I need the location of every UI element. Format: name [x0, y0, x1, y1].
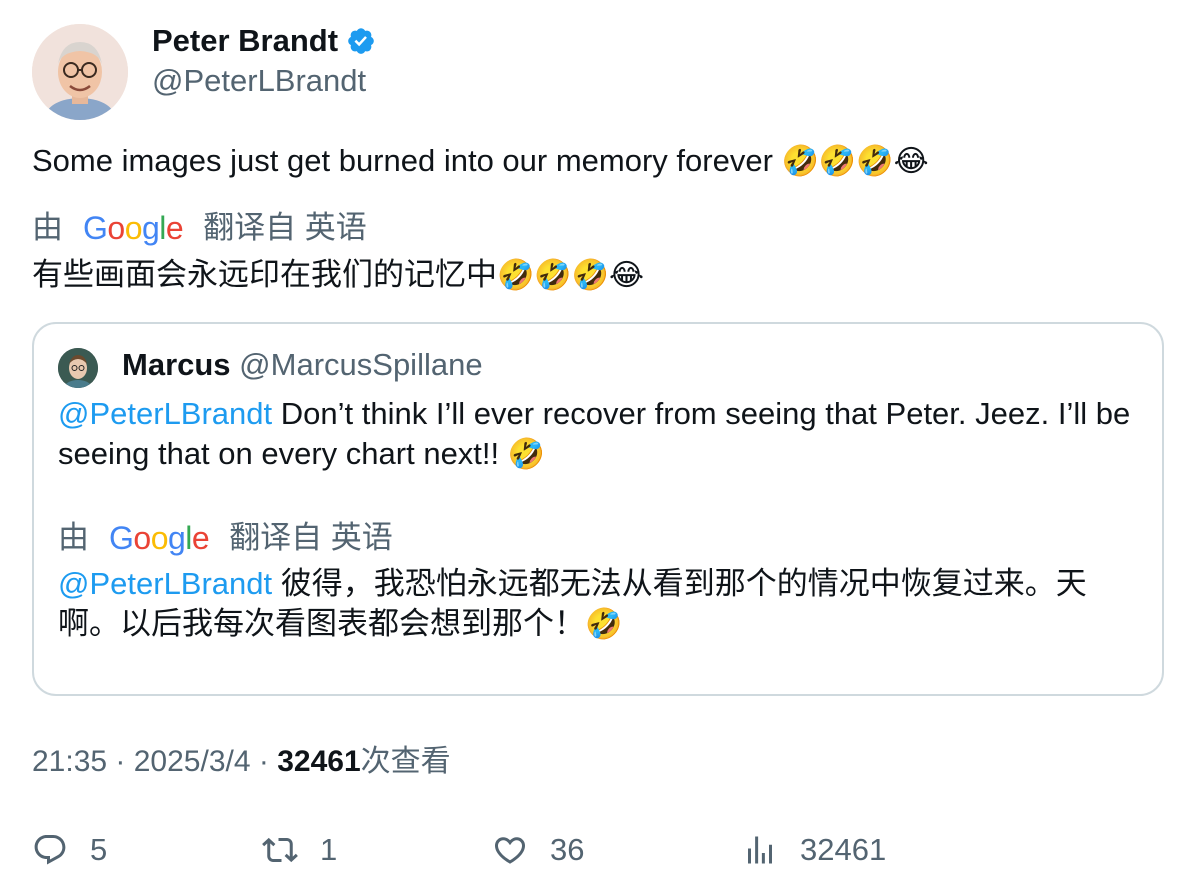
quote-translated-emoji: 🤣 — [585, 607, 623, 642]
reply-button[interactable]: 5 — [32, 826, 107, 874]
analytics-icon — [748, 836, 772, 864]
avatar-illustration — [32, 24, 128, 120]
repost-button[interactable]: 1 — [262, 826, 337, 874]
author-display-name[interactable]: Peter Brandt — [152, 22, 376, 60]
repost-count: 1 — [320, 832, 338, 867]
quote-author-avatar — [58, 348, 98, 388]
heart-icon — [494, 837, 526, 864]
quote-mention-link[interactable]: @PeterLBrandt — [58, 396, 272, 431]
translated-emojis: 🤣🤣🤣😂 — [497, 258, 645, 293]
views-action-count: 32461 — [800, 832, 887, 867]
views-count: 32461 — [277, 745, 361, 778]
meta-separator-1: · — [107, 745, 134, 778]
tweet-text: Some images just get burned into our mem… — [32, 140, 929, 183]
tweet-meta: 21:35 · 2025/3/4 · 32461次查看 — [32, 742, 451, 782]
quote-translated-mention-link[interactable]: @PeterLBrandt — [58, 566, 272, 601]
author-handle[interactable]: @PeterLBrandt — [152, 62, 366, 100]
quote-translate-prefix: 由 — [58, 520, 89, 555]
translated-tweet-text: 有些画面会永远印在我们的记忆中🤣🤣🤣😂 — [32, 254, 644, 297]
quote-display-name[interactable]: Marcus — [122, 347, 231, 382]
tweet-emojis: 🤣🤣🤣😂 — [781, 144, 929, 179]
quote-translate-suffix: 翻译自 英语 — [229, 520, 393, 555]
views-button[interactable]: 32461 — [742, 826, 886, 874]
quote-translation-attribution: 由 Google 翻译自 英语 — [58, 518, 393, 558]
quote-avatar-illustration — [58, 348, 98, 388]
author-avatar[interactable] — [32, 24, 128, 120]
tweet-text-content: Some images just get burned into our mem… — [32, 143, 773, 178]
quote-emoji: 🤣 — [507, 437, 546, 472]
translated-text-content: 有些画面会永远印在我们的记忆中 — [32, 257, 497, 292]
quote-google-logo: Google — [109, 520, 210, 556]
verified-badge-icon — [346, 26, 376, 56]
quoted-tweet-card[interactable]: Marcus @MarcusSpillane @PeterLBrandt Don… — [32, 322, 1164, 696]
repost-icon — [262, 837, 298, 863]
quote-handle[interactable]: @MarcusSpillane — [239, 347, 482, 382]
reply-count: 5 — [90, 832, 108, 867]
like-count: 36 — [550, 832, 585, 867]
like-button[interactable]: 36 — [492, 826, 584, 874]
quote-header: Marcus @MarcusSpillane — [122, 344, 483, 386]
reply-icon — [34, 835, 66, 865]
translate-suffix: 翻译自 英语 — [203, 210, 367, 245]
views-label: 次查看 — [360, 745, 451, 778]
author-name-text[interactable]: Peter Brandt — [152, 22, 338, 60]
translate-prefix: 由 — [32, 210, 63, 245]
meta-separator-2: · — [250, 745, 278, 778]
action-bar: 5 1 36 32461 — [0, 826, 1196, 876]
quote-body: @PeterLBrandt Don’t think I’ll ever reco… — [58, 394, 1142, 475]
tweet-time[interactable]: 21:35 — [32, 745, 107, 778]
tweet-date[interactable]: 2025/3/4 — [134, 745, 251, 778]
google-logo: Google — [83, 210, 184, 246]
quote-translated-body: @PeterLBrandt 彼得，我恐怕永远都无法从看到那个的情况中恢复过来。天… — [58, 564, 1142, 645]
translation-attribution: 由 Google 翻译自 英语 — [32, 208, 367, 248]
